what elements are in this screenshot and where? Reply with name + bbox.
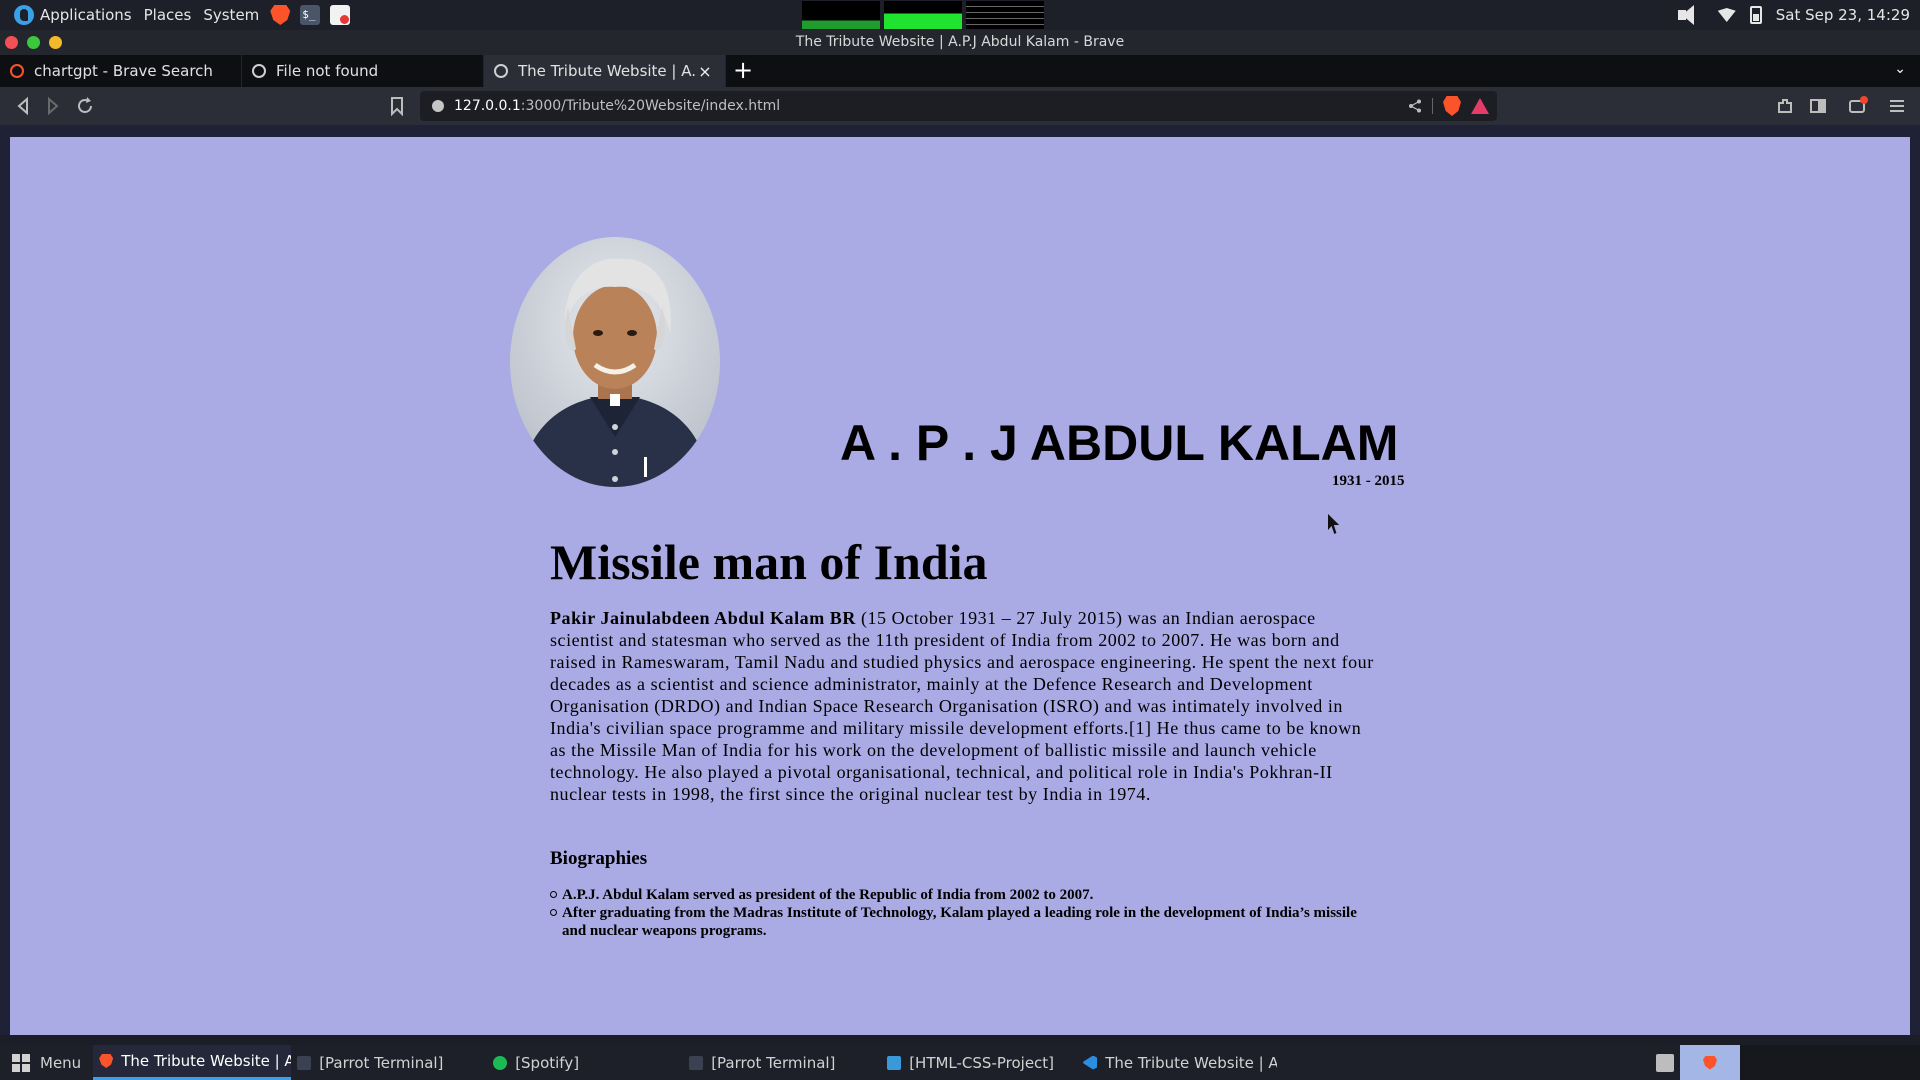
workspace-3[interactable] [1740,1045,1800,1080]
wifi-icon[interactable] [1717,8,1736,22]
tab-label: File not found [276,62,379,80]
brave-icon [99,1054,114,1068]
volume-icon[interactable] [1677,5,1704,25]
workspace-1[interactable] [1650,1045,1680,1080]
taskbar-item-spotify[interactable]: [Spotify] [487,1045,683,1080]
page-viewport: A . P . J ABDUL KALAM 1931 - 2015 Missil… [10,137,1910,1035]
tab-tribute-website[interactable]: The Tribute Website | A.P.J Abdul Kalam … [484,55,726,87]
viewport-frame-top [0,125,1920,137]
taskbar-item-label: [Parrot Terminal] [319,1053,444,1072]
places-menu[interactable]: Places [138,0,198,30]
applications-menu[interactable]: Applications [0,0,138,30]
window-titlebar: The Tribute Website | A.P.J Abdul Kalam … [0,30,1920,55]
taskbar-item-vscode[interactable]: The Tribute Website | A... [1077,1045,1277,1080]
tab-brave-search[interactable]: chartgpt - Brave Search [0,55,242,87]
reload-icon[interactable] [74,95,96,117]
main-content: Missile man of India Pakir Jainulabdeen … [550,532,1380,940]
terminal-icon [689,1055,704,1070]
memory-graph [884,1,962,29]
terminal-icon [297,1055,312,1070]
folder-icon [887,1055,902,1070]
tab-file-not-found[interactable]: File not found [242,55,484,87]
spotify-icon [493,1055,508,1070]
kalam-portrait-image [510,237,720,487]
share-icon[interactable] [1408,99,1422,113]
taskbar-item-label: The Tribute Website | A... [1105,1053,1278,1072]
forward-icon[interactable] [42,95,64,117]
vscode-icon [1083,1055,1098,1070]
system-monitor-graphs [802,1,1044,29]
browser-tab-strip: chartgpt - Brave Search File not found T… [0,55,1920,87]
headline: Missile man of India [550,534,988,590]
parrot-logo-icon [14,5,34,25]
text-editor-launcher-icon[interactable] [330,5,351,25]
site-info-icon[interactable] [432,100,444,112]
globe-icon [494,64,508,78]
address-bar[interactable]: 127.0.0.1:3000/Tribute%20Website/index.h… [420,91,1497,121]
address-bar-divider [1432,98,1433,114]
url-host: 127.0.0.1 [454,98,521,114]
brave-rewards-icon[interactable] [1471,98,1489,114]
taskbar-item-brave[interactable]: The Tribute Website | A... [93,1045,292,1080]
taskbar-item-terminal-2[interactable]: [Parrot Terminal] [683,1045,881,1080]
applications-label: Applications [40,6,132,24]
brave-icon [1703,1055,1717,1070]
intro-paragraph: Pakir Jainulabdeen Abdul Kalam BR (15 Oc… [550,607,1380,805]
url-path: :3000/Tribute%20Website/index.html [520,98,781,114]
brave-launcher-icon[interactable] [270,5,291,25]
close-tab-icon[interactable]: × [695,62,715,81]
battery-icon[interactable] [1749,6,1762,24]
list-item: A.P.J. Abdul Kalam served as president o… [550,886,1380,904]
workspace-4[interactable] [1800,1045,1860,1080]
taskbar-item-label: [Parrot Terminal] [711,1053,836,1072]
mouse-pointer-icon [1328,514,1340,534]
taskbar-item-file-manager[interactable]: [HTML-CSS-Project] [881,1045,1077,1080]
menu-label: Menu [40,1053,82,1072]
back-icon[interactable] [12,95,34,117]
system-menu[interactable]: System [197,0,265,30]
biographies-heading: Biographies [550,848,648,869]
window-title: The Tribute Website | A.P.J Abdul Kalam … [795,34,1125,50]
apps-grid-icon [12,1053,30,1072]
taskbar-item-terminal-1[interactable]: [Parrot Terminal] [291,1045,487,1080]
list-item: After graduating from the Madras Institu… [550,904,1380,940]
new-tab-button[interactable]: + [726,55,760,87]
viewport-frame-left [0,125,10,1035]
top-system-panel: Applications Places System $_ Sat Sep 23… [0,0,1920,30]
menu-button[interactable]: Menu [0,1045,93,1080]
wallet-icon[interactable] [1847,95,1869,117]
url-text[interactable]: 127.0.0.1:3000/Tribute%20Website/index.h… [454,98,780,114]
tab-list-chevron-icon[interactable]: ⌄ [1894,61,1906,77]
extensions-icon[interactable] [1774,95,1796,117]
sidebar-icon[interactable] [1807,95,1829,117]
biographies-list: A.P.J. Abdul Kalam served as president o… [550,886,1380,940]
bottom-taskbar: Menu The Tribute Website | A... [Parrot … [0,1045,1920,1080]
cpu-graph [802,1,880,29]
browser-toolbar: 127.0.0.1:3000/Tribute%20Website/index.h… [0,87,1920,125]
bookmark-icon[interactable] [386,95,408,117]
terminal-launcher-icon[interactable]: $_ [300,5,321,25]
workspace-switcher [1650,1045,1920,1080]
brave-search-icon [10,64,24,78]
clock[interactable]: Sat Sep 23, 14:29 [1776,6,1910,24]
viewport-frame-right [1910,125,1920,1035]
brave-shields-icon[interactable] [1443,96,1461,116]
window-thumbnail-icon [1656,1053,1674,1072]
taskbar-item-label: The Tribute Website | A... [121,1052,292,1070]
workspace-5[interactable] [1860,1045,1920,1080]
taskbar-item-label: [HTML-CSS-Project] [909,1053,1055,1072]
network-graph [966,1,1044,29]
globe-icon [252,64,266,78]
lifespan-years: 1931 - 2015 [1332,473,1405,489]
workspace-2[interactable] [1680,1045,1740,1080]
intro-text: (15 October 1931 – 27 July 2015) was an … [550,608,1374,804]
taskbar-item-label: [Spotify] [515,1053,580,1072]
page-title: A . P . J ABDUL KALAM [840,415,1399,471]
full-name-bold: Pakir Jainulabdeen Abdul Kalam BR [550,608,856,628]
menu-hamburger-icon[interactable] [1886,95,1908,117]
tab-label: chartgpt - Brave Search [34,62,213,80]
tab-label: The Tribute Website | A.P.J Abdul Kalam [518,62,695,80]
